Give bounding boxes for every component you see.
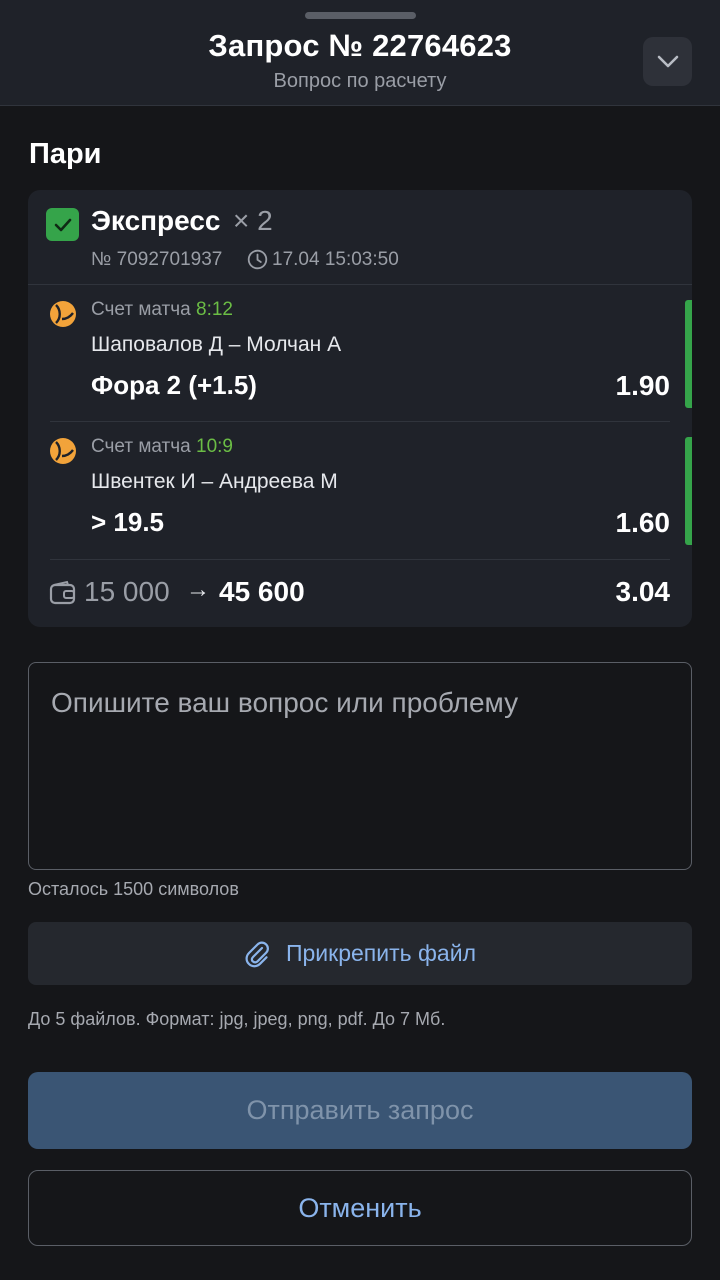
market-label: Счет матча 10:9 <box>91 436 233 458</box>
event-teams: Швентек И – Андреева М <box>91 470 338 493</box>
bet-card[interactable]: Экспресс × 2 № 7092701937 17.04 15:03:50… <box>28 190 692 627</box>
tennis-ball-icon <box>50 301 76 327</box>
divider <box>50 559 670 560</box>
bet-type: Экспресс <box>91 205 221 236</box>
event-teams: Шаповалов Д – Молчан А <box>91 333 342 356</box>
sheet-header: Запрос № 22764623 Вопрос по расчету <box>0 0 720 106</box>
files-hint: До 5 файлов. Формат: jpg, jpeg, png, pdf… <box>28 1009 446 1029</box>
bet-event: Счет матча 8:12 Шаповалов Д – Молчан А Ф… <box>28 287 692 412</box>
match-score: 10:9 <box>196 436 233 457</box>
event-odds: 1.90 <box>615 370 671 401</box>
request-sheet: Запрос № 22764623 Вопрос по расчету Пари… <box>0 0 720 1280</box>
collapse-button[interactable] <box>643 37 692 86</box>
drag-handle[interactable] <box>305 12 416 19</box>
event-odds: 1.60 <box>615 507 671 538</box>
request-title: Запрос № 22764623 <box>208 28 512 63</box>
chars-left-counter: Осталось 1500 символов <box>28 879 239 899</box>
divider <box>28 284 692 285</box>
market-name: Счет матча <box>91 436 191 457</box>
divider <box>50 421 670 422</box>
wallet-icon <box>49 580 76 605</box>
request-subtitle: Вопрос по расчету <box>273 70 447 92</box>
cancel-button[interactable]: Отменить <box>28 1170 692 1246</box>
market-name: Счет матча <box>91 299 191 320</box>
match-score: 8:12 <box>196 299 233 320</box>
event-outcome: > 19.5 <box>91 507 165 537</box>
attach-file-label: Прикрепить файл <box>285 940 476 966</box>
payout-amount: 45 600 <box>219 576 305 607</box>
market-label: Счет матча 8:12 <box>91 299 233 321</box>
bet-event-count: × 2 <box>233 205 273 236</box>
chevron-down-icon <box>657 55 678 67</box>
section-title-bets: Пари <box>29 138 102 170</box>
event-status-indicator <box>685 437 692 545</box>
total-odds: 3.04 <box>615 576 671 607</box>
tennis-ball-icon <box>50 438 76 464</box>
check-icon <box>54 218 71 231</box>
submit-request-button[interactable]: Отправить запрос <box>28 1072 692 1149</box>
event-status-indicator <box>685 300 692 408</box>
stake-amount: 15 000 <box>84 576 170 607</box>
bet-status-badge <box>46 208 79 241</box>
event-outcome: Фора 2 (+1.5) <box>91 370 257 400</box>
bet-datetime: 17.04 15:03:50 <box>272 249 399 270</box>
attach-file-button[interactable]: Прикрепить файл <box>28 922 692 985</box>
bet-event: Счет матча 10:9 Швентек И – Андреева М >… <box>28 424 692 549</box>
paperclip-icon <box>245 941 269 967</box>
arrow-right-icon: → <box>186 576 210 603</box>
bet-number: № 7092701937 <box>91 249 223 270</box>
question-input[interactable] <box>28 662 692 870</box>
clock-icon <box>247 249 268 270</box>
